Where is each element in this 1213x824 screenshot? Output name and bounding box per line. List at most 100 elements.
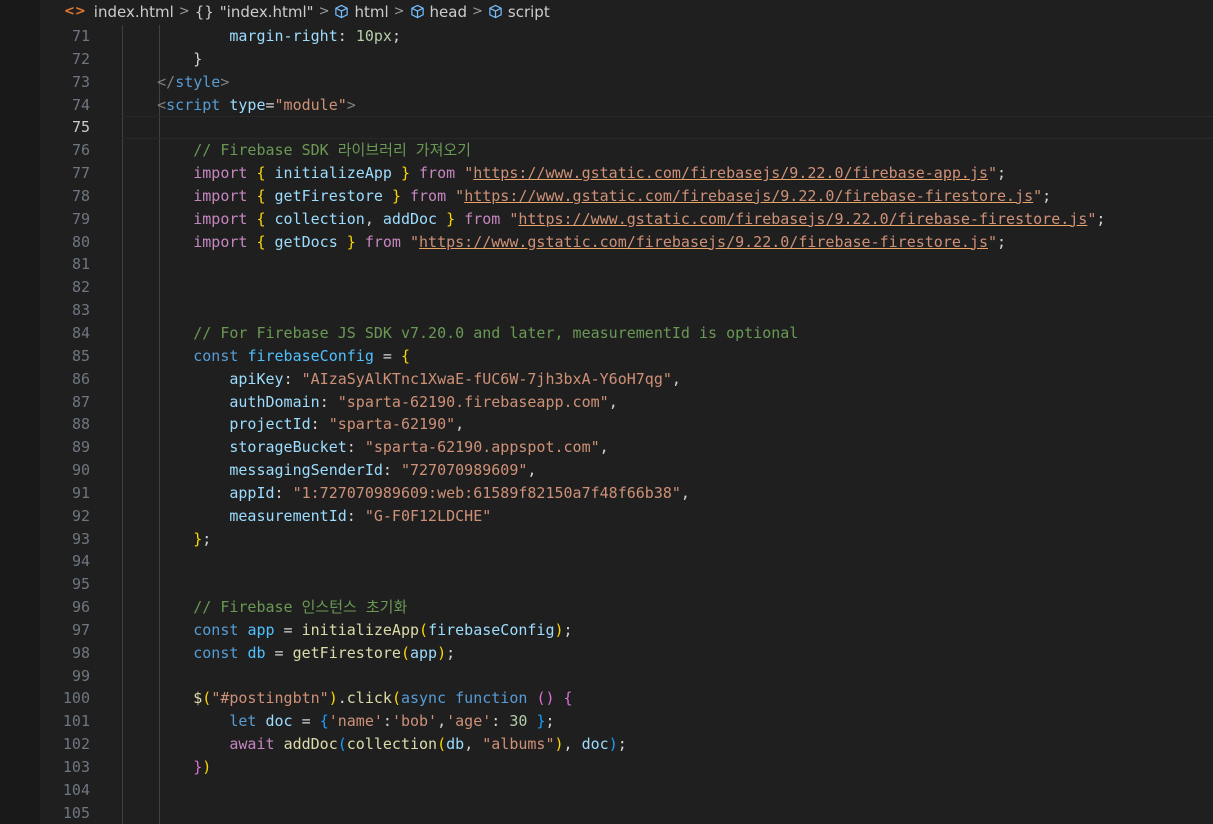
code-line[interactable]: 90 messagingSenderId: "727070989609",	[40, 459, 1213, 482]
chevron-right-icon: >	[318, 4, 330, 19]
line-code: import { getDocs } from "https://www.gst…	[121, 231, 1006, 254]
code-token: "	[455, 186, 465, 205]
code-token: =	[265, 643, 293, 662]
code-line[interactable]: 93 };	[40, 528, 1213, 551]
code-token: $	[193, 689, 203, 708]
code-token: )	[328, 689, 338, 708]
code-token: =	[265, 95, 275, 114]
code-token: "	[987, 232, 998, 251]
code-token: collection	[346, 735, 438, 754]
code-token: 'age'	[446, 712, 492, 731]
code-token: }	[193, 529, 203, 548]
code-line[interactable]: 99	[40, 665, 1213, 688]
breadcrumb: <> index.html > {} "index.html" > html >…	[40, 0, 1213, 23]
code-token: app	[410, 643, 438, 662]
code-editor[interactable]: 71 margin-right: 10px; 72 } 73 </style> 74 …	[40, 25, 1213, 824]
code-token: "#postingbtn"	[211, 689, 329, 708]
code-line[interactable]: 75	[40, 116, 1213, 140]
code-line[interactable]: 76 // Firebase SDK 라이브러리 가져오기	[40, 139, 1213, 162]
code-token: "	[987, 164, 998, 183]
code-line[interactable]: 104	[40, 779, 1213, 802]
line-code: };	[121, 528, 211, 551]
code-line[interactable]: 98 const db = getFirestore(app);	[40, 642, 1213, 665]
code-token: measurementId	[229, 506, 347, 525]
code-token: apiKey	[229, 369, 284, 388]
breadcrumb-html[interactable]: html	[334, 3, 389, 21]
code-token: :	[337, 27, 356, 45]
code-line[interactable]: 97 const app = initializeApp(firebaseCon…	[40, 619, 1213, 642]
code-token: https://www.gstatic.com/firebasejs/9.22.…	[464, 186, 1034, 205]
code-line[interactable]: 71 margin-right: 10px;	[40, 25, 1213, 48]
code-line[interactable]: 94	[40, 550, 1213, 573]
code-line[interactable]: 74 <script type="module">	[40, 94, 1213, 117]
code-line[interactable]: 89 storageBucket: "sparta-62190.appspot.…	[40, 436, 1213, 459]
code-line[interactable]: 85 const firebaseConfig = {	[40, 345, 1213, 368]
line-number: 80	[71, 232, 90, 251]
code-token: 'name'	[328, 712, 383, 731]
line-code: </style>	[121, 71, 229, 94]
code-line[interactable]: 88 projectId: "sparta-62190",	[40, 413, 1213, 436]
code-token: ,	[608, 392, 618, 411]
line-number: 88	[71, 415, 90, 434]
code-token: }	[400, 164, 410, 183]
code-line[interactable]: 102 await addDoc(collection(db, "albums"…	[40, 733, 1213, 756]
code-line[interactable]: 95	[40, 573, 1213, 596]
line-number: 78	[71, 186, 90, 205]
breadcrumb-scope[interactable]: {} "index.html"	[195, 3, 314, 21]
code-line[interactable]: 103 })	[40, 756, 1213, 779]
code-line[interactable]: 81	[40, 253, 1213, 276]
code-token: https://www.gstatic.com/firebasejs/9.22.…	[419, 232, 988, 251]
code-line[interactable]: 86 apiKey: "AIzaSyAlKTnc1XwaE-fUC6W-7jh3…	[40, 368, 1213, 391]
code-token: doc	[581, 735, 609, 754]
breadcrumb-head[interactable]: head	[410, 3, 467, 21]
code-token: await	[229, 735, 275, 754]
code-token: // Firebase SDK 라이브러리 가져오기	[193, 141, 471, 160]
code-line[interactable]: 91 appId: "1:727070989609:web:61589f8215…	[40, 482, 1213, 505]
code-line[interactable]: 79 import { collection, addDoc } from "h…	[40, 208, 1213, 231]
code-token: getFirestore	[274, 186, 383, 205]
code-line[interactable]: 100 $("#postingbtn").click(async functio…	[40, 687, 1213, 710]
code-line[interactable]: 80 import { getDocs } from "https://www.…	[40, 231, 1213, 254]
activity-bar	[0, 0, 40, 824]
line-code: margin-right: 10px;	[121, 25, 401, 48]
breadcrumb-script[interactable]: script	[488, 3, 550, 21]
code-line[interactable]: 101 let doc = {'name':'bob','age': 30 };	[40, 710, 1213, 733]
line-number: 90	[71, 461, 90, 480]
line-code: apiKey: "AIzaSyAlKTnc1XwaE-fUC6W-7jh3bxA…	[121, 368, 681, 391]
code-token: messagingSenderId	[229, 461, 383, 480]
code-line[interactable]: 83	[40, 299, 1213, 322]
code-line[interactable]: 92 measurementId: "G-F0F12LDCHE"	[40, 505, 1213, 528]
code-token: )	[608, 735, 618, 754]
breadcrumb-file[interactable]: <> index.html	[64, 3, 174, 21]
code-line[interactable]: 105	[40, 802, 1213, 824]
code-line[interactable]: 78 import { getFirestore } from "https:/…	[40, 185, 1213, 208]
code-token: {	[256, 164, 266, 183]
line-number: 76	[71, 141, 90, 160]
code-line[interactable]: 77 import { initializeApp } from "https:…	[40, 162, 1213, 185]
code-token: )	[554, 735, 564, 754]
code-token: {	[256, 232, 266, 251]
code-token: =	[274, 620, 302, 639]
code-token: )	[202, 758, 212, 776]
code-token: .	[337, 689, 347, 708]
code-line[interactable]: 73 </style>	[40, 71, 1213, 94]
code-line[interactable]: 96 // Firebase 인스턴스 초기화	[40, 596, 1213, 619]
code-token: {	[400, 346, 410, 365]
code-token: ,	[599, 438, 609, 457]
code-token: )	[437, 643, 447, 662]
code-line[interactable]: 84 // For Firebase JS SDK v7.20.0 and la…	[40, 322, 1213, 345]
code-token: firebaseConfig	[428, 620, 555, 639]
breadcrumb-script-label: script	[507, 2, 550, 21]
code-line[interactable]: 72 }	[40, 48, 1213, 71]
code-line[interactable]: 82	[40, 276, 1213, 299]
line-code: authDomain: "sparta-62190.firebaseapp.co…	[121, 391, 618, 414]
code-token: :	[310, 415, 329, 434]
code-line[interactable]: 87 authDomain: "sparta-62190.firebaseapp…	[40, 391, 1213, 414]
code-token: >	[220, 72, 230, 91]
